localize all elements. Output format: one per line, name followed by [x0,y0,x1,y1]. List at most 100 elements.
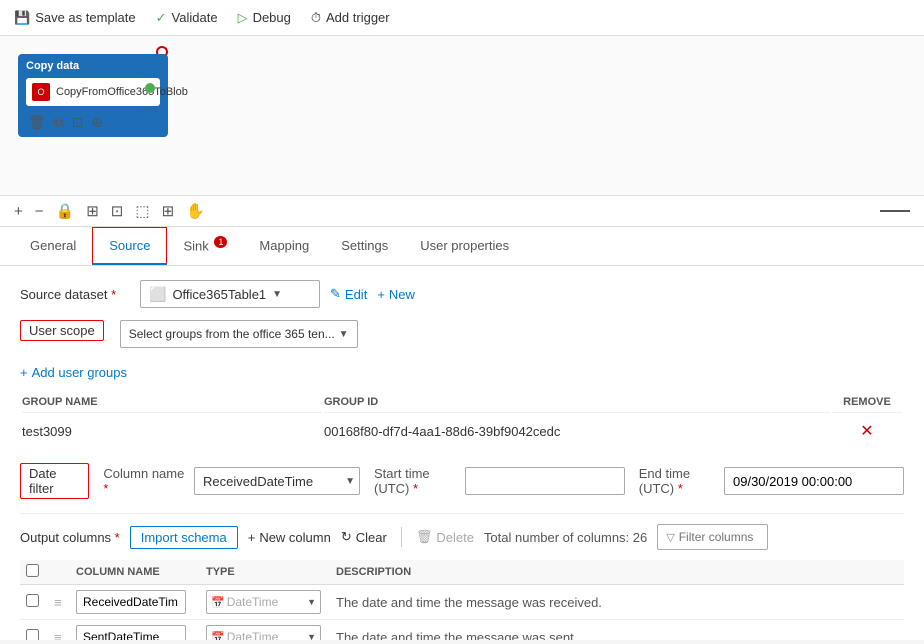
start-time-label: Start time (UTC) * [374,466,457,496]
copy-data-title: Copy data [26,60,160,72]
refresh-icon: ↻ [341,529,352,545]
scope-dropdown-arrow-icon: ▼ [339,329,349,340]
top-toolbar: 💾 Save as template ✓ Validate ▷ Debug ⏱ … [0,0,924,36]
type-icon: 📅 [211,596,225,609]
clone-activity-button[interactable]: ⊡ [72,114,84,131]
trigger-icon: ⏱ [311,10,321,26]
green-status-dot [145,83,155,93]
col-dropdown-arrow-icon: ▼ [341,476,359,487]
select-tool-button[interactable]: ⬚ [135,202,149,220]
col-type-dropdown[interactable]: 📅 DateTime ▼ [206,590,321,614]
remove-tool-button[interactable]: − [35,203,44,220]
drag-header [48,560,70,585]
tab-sink[interactable]: Sink 1 [167,227,243,265]
group-id-cell: 00168f80-df7d-4aa1-88d6-39bf9042cedc [324,415,830,447]
type-icon: 📅 [211,631,225,641]
end-time-input[interactable] [724,467,904,495]
source-dataset-row: Source dataset * ⬜ Office365Table1 ▼ ✎ E… [20,280,904,308]
filter-columns-input-wrap[interactable]: ▽ [657,524,767,550]
scope-dropdown[interactable]: Select groups from the office 365 ten...… [120,320,358,348]
col-name-cell [70,620,200,641]
tab-general[interactable]: General [14,228,92,265]
group-remove-cell: ✕ [832,415,902,447]
col-name-cell [70,585,200,620]
grid-tool-button[interactable]: ⊞ [86,202,99,220]
save-icon: 💾 [14,10,30,26]
group-name-cell: test3099 [22,415,322,447]
filter-icon: ▽ [666,531,674,544]
add-tool-button[interactable]: + [14,203,23,220]
hand-tool-button[interactable]: ✋ [186,202,205,220]
remove-group-button[interactable]: ✕ [860,421,873,441]
edit-button[interactable]: ✎ Edit [330,286,367,302]
dataset-dropdown[interactable]: ⬜ Office365Table1 ▼ [140,280,320,308]
checkbox-header [20,560,48,585]
play-icon: ▷ [238,10,248,26]
tab-settings[interactable]: Settings [325,228,404,265]
delete-button[interactable]: 🗑 Delete [416,529,474,545]
column-name-group: Column name * ReceivedDateTime ▼ [103,466,360,496]
user-scope-label: User scope [20,320,104,341]
clear-button[interactable]: ↻ Clear [341,529,387,545]
import-schema-button[interactable]: Import schema [130,526,238,549]
lock-tool-button[interactable]: 🔒 [56,202,75,220]
type-dropdown-arrow-icon: ▼ [307,597,316,607]
sink-badge: 1 [214,236,227,248]
select-all-checkbox[interactable] [26,564,39,577]
column-name-dropdown[interactable]: ReceivedDateTime ▼ [194,467,360,495]
tab-user-properties[interactable]: User properties [404,228,525,265]
debug-button[interactable]: ▷ Debug [238,10,291,26]
user-scope-row: User scope Select groups from the office… [20,320,904,353]
column-name-header: COLUMN NAME [70,560,200,585]
col-name-input[interactable] [76,625,186,640]
start-time-group: Start time (UTC) * [374,466,625,496]
row-checkbox[interactable] [26,629,39,640]
delete-activity-button[interactable]: 🗑 [28,114,46,131]
drag-handle[interactable]: ≡ [48,585,70,620]
tab-source[interactable]: Source [92,227,167,265]
date-filter-row: Date filter Column name * ReceivedDateTi… [20,463,904,499]
edit-icon: ✎ [330,286,341,302]
group-name-header: GROUP NAME [22,392,322,413]
group-id-header: GROUP ID [324,392,830,413]
add-trigger-button[interactable]: ⏱ Add trigger [311,10,390,26]
new-dataset-button[interactable]: + New [377,287,415,302]
end-time-label: End time (UTC) * [639,466,716,496]
save-template-button[interactable]: 💾 Save as template [14,10,136,26]
zoom-fit-button[interactable]: ⊡ [111,202,124,220]
new-column-button[interactable]: + New column [248,530,331,545]
validate-button[interactable]: ✓ Validate [156,10,218,26]
filter-columns-input[interactable] [679,530,759,544]
table-row: ≡ 📅 DateTime ▼ The date and time the mes… [20,585,904,620]
start-time-input[interactable] [465,467,625,495]
more-options-button[interactable]: ⊕ [92,114,104,131]
type-text: DateTime [227,595,305,609]
remove-header: REMOVE [832,392,902,413]
row-checkbox-cell [20,585,48,620]
output-columns-label: Output columns * [20,530,120,545]
col-type-cell: 📅 DateTime ▼ [200,585,330,620]
tab-mapping[interactable]: Mapping [243,228,325,265]
activity-icons-row: 🗑 ⧉ ⊡ ⊕ [26,114,160,131]
col-type-dropdown[interactable]: 📅 DateTime ▼ [206,625,321,640]
activity-item[interactable]: O CopyFromOffice365ToBlob [26,78,160,106]
row-checkbox-cell [20,620,48,641]
activity-icon: O [32,83,50,101]
col-name-input[interactable] [76,590,186,614]
source-dataset-label: Source dataset * [20,287,130,302]
table-row: ≡ 📅 DateTime ▼ The date and time the mes… [20,620,904,641]
row-checkbox[interactable] [26,594,39,607]
date-filter-label: Date filter [20,463,89,499]
drag-handle[interactable]: ≡ [48,620,70,641]
canvas-toolbar: + − 🔒 ⊞ ⊡ ⬚ ⊞ ✋ [0,196,924,227]
col-type-cell: 📅 DateTime ▼ [200,620,330,641]
office-icon: ⬜ [149,286,166,303]
description-header: DESCRIPTION [330,560,904,585]
pan-tool-button[interactable]: ⊞ [162,202,175,220]
column-name-label: Column name * [103,466,186,496]
plus-icon: + [377,287,385,302]
add-user-groups-button[interactable]: + Add user groups [20,365,127,380]
check-icon: ✓ [156,10,167,26]
trash-icon: 🗑 [416,529,433,545]
copy-activity-button[interactable]: ⧉ [54,114,64,131]
